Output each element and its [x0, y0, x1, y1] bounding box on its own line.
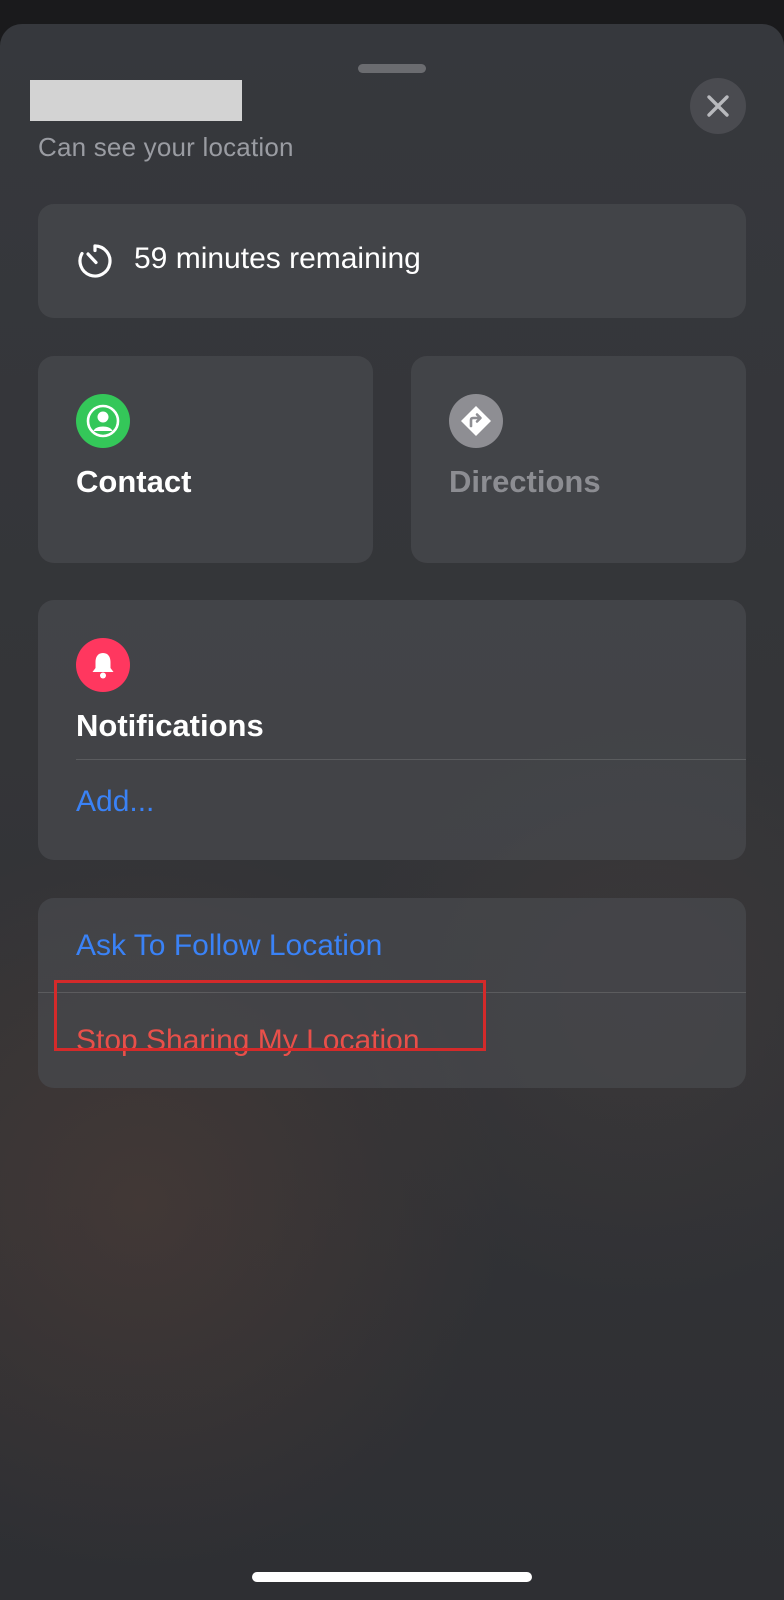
bell-icon	[76, 638, 130, 692]
directions-arrow-icon	[449, 394, 503, 448]
add-notification-button[interactable]: Add...	[76, 785, 154, 819]
person-name-redacted	[30, 80, 242, 121]
time-remaining-card: 59 minutes remaining	[38, 204, 746, 318]
close-icon	[707, 95, 729, 117]
ask-to-follow-location-button[interactable]: Ask To Follow Location	[76, 929, 382, 963]
contact-label: Contact	[76, 464, 192, 499]
timer-icon	[78, 244, 112, 278]
close-button[interactable]	[690, 78, 746, 134]
notifications-divider	[76, 759, 746, 760]
directions-button[interactable]: Directions	[411, 356, 746, 563]
person-icon	[76, 394, 130, 448]
time-remaining-text: 59 minutes remaining	[134, 242, 421, 275]
home-indicator[interactable]	[252, 1572, 532, 1582]
sheet-grabber[interactable]	[358, 64, 426, 73]
location-status-subtitle: Can see your location	[38, 132, 294, 162]
notifications-card: Notifications Add...	[38, 600, 746, 860]
contact-button[interactable]: Contact	[38, 356, 373, 563]
directions-label: Directions	[449, 464, 601, 499]
highlight-annotation-box	[54, 980, 486, 1051]
person-detail-sheet: Can see your location 59 minutes remaini…	[0, 24, 784, 1600]
notifications-label: Notifications	[76, 708, 264, 743]
